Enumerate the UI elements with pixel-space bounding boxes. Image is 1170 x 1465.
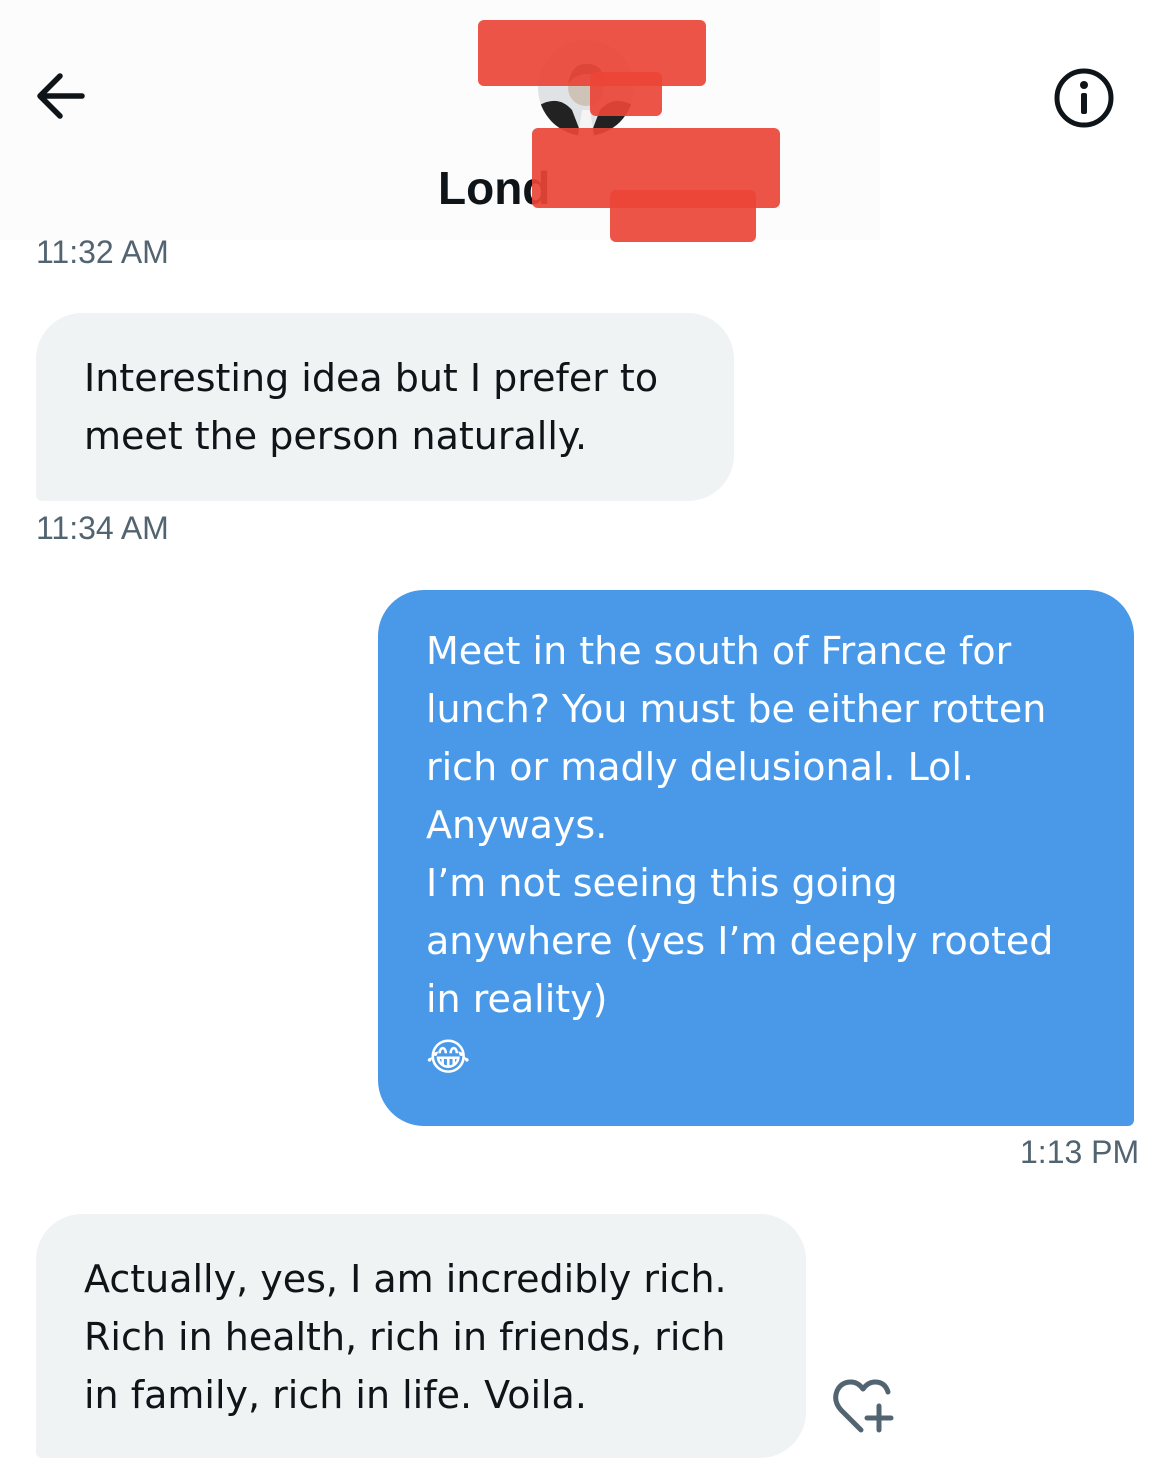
message-bubble-incoming[interactable]: Actually, yes, I am incredibly rich. Ric…	[36, 1214, 806, 1458]
message-timestamp: 11:34 AM	[36, 510, 169, 546]
arrow-left-icon	[37, 73, 85, 119]
message-bubble-outgoing[interactable]: Meet in the south of France for lunch? Y…	[378, 590, 1134, 1126]
message-timestamp: 11:32 AM	[36, 234, 169, 270]
message-bubble-incoming[interactable]: Interesting idea but I prefer to meet th…	[36, 313, 734, 501]
heart-plus-icon	[833, 1379, 894, 1433]
redaction-mark	[610, 190, 756, 242]
back-button[interactable]	[22, 58, 98, 134]
info-circle-icon	[1054, 68, 1114, 128]
redaction-mark	[590, 72, 662, 116]
add-reaction-button[interactable]	[826, 1366, 906, 1446]
message-timestamp: 1:13 PM	[1020, 1134, 1140, 1170]
info-button[interactable]	[1046, 60, 1122, 136]
